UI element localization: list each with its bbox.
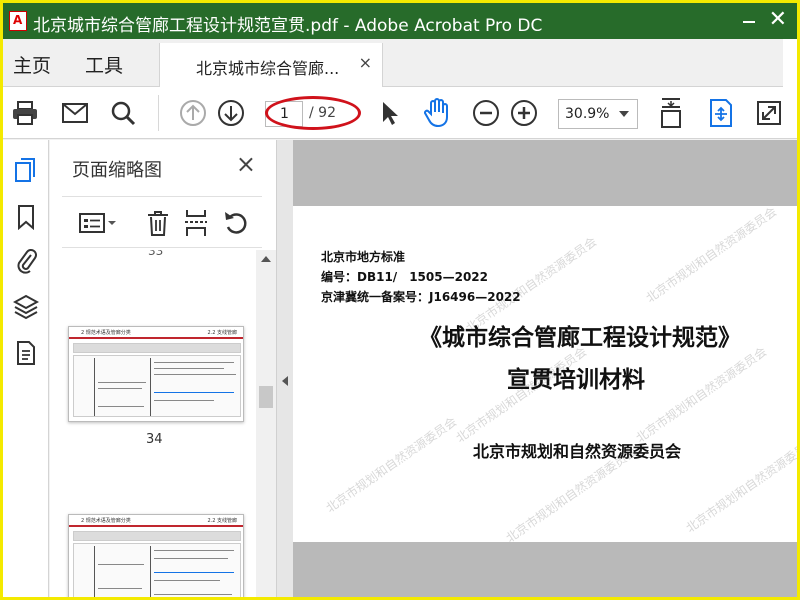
delete-page-icon[interactable] [142,207,174,239]
panel-title: 页面缩略图 [72,160,162,181]
thumbnail-header: 2 规范术语及管廊分类 2.2 支线管廊 [69,515,243,527]
panel-splitter[interactable] [276,140,293,597]
thumbnail-header-left: 2 规范术语及管廊分类 [81,330,131,336]
bookmarks-icon[interactable] [11,202,41,232]
rotate-page-icon[interactable] [220,207,252,239]
document-subtitle: 宣贯培训材料 [507,366,645,393]
thumbnail-number-cut: 33 [148,250,164,258]
title-bar: 北京城市综合管廊工程设计规范宣贯.pdf - Adobe Acrobat Pro… [3,3,797,39]
collapse-panel-icon[interactable] [282,376,288,386]
scroll-mode-icon[interactable] [705,97,737,129]
annotation-highlight-oval [265,96,361,130]
layers-icon[interactable] [11,292,41,322]
main-toolbar: 1 / 92 30.9% [3,87,797,139]
document-record-line: 京津冀统一备案号：J16496—2022 [321,290,521,304]
watermark: 北京市规划和自然资源委员会 [643,206,780,306]
page-thumbnails-panel: 页面缩略图 × 33 2 规范术语及管廊分类 2.2 支线管廊 34 2 规范术… [50,140,276,597]
thumbnail-header: 2 规范术语及管廊分类 2.2 支线管廊 [69,327,243,339]
document-organization: 北京市规划和自然资源委员会 [473,442,682,461]
menu-tools[interactable]: 工具 [85,51,123,78]
document-standard-line: 北京市地方标准 [321,250,406,264]
panel-close-icon[interactable]: × [236,150,256,178]
thumbnail-table-body [73,543,241,597]
watermark: 北京市规划和自然资源委员会 [323,414,460,516]
thumbnail-header-left: 2 规范术语及管廊分类 [81,518,131,524]
zoom-value: 30.9% [565,106,610,122]
attachments-icon[interactable] [11,246,41,276]
chevron-down-icon [619,111,629,117]
menu-bar: 主页 工具 北京城市综合管廊... × [3,39,797,88]
thumbnail-table-header [73,531,241,541]
thumbnail-table-body [73,355,241,417]
menu-bar-right-area [783,39,797,87]
document-title: 《城市综合管廊工程设计规范》 [419,324,741,351]
minimize-icon[interactable] [743,21,755,23]
watermark: 北京市规划和自然资源委员会 [683,434,797,536]
select-cursor-icon[interactable] [373,97,405,129]
fit-page-icon[interactable] [655,97,687,129]
insert-page-icon[interactable] [180,207,212,239]
thumbnail-page-35[interactable]: 2 规范术语及管廊分类 2.2 支线管廊 [68,514,244,597]
thumbnail-table-header [73,343,241,353]
full-screen-icon[interactable] [753,97,785,129]
thumbnail-list: 33 2 规范术语及管廊分类 2.2 支线管廊 34 2 规范术语及管廊分类 2… [50,250,256,597]
thumbnail-page-34[interactable]: 2 规范术语及管廊分类 2.2 支线管廊 [68,326,244,422]
acrobat-app-icon [9,11,27,31]
hand-tool-icon[interactable] [421,97,453,129]
document-view[interactable]: 北京市规划和自然资源委员会 北京市规划和自然资源委员会 北京市规划和自然资源委员… [293,140,797,597]
toolbar-separator [158,95,159,131]
thumbnail-scrollbar[interactable] [256,250,276,597]
thumbnail-page-number: 34 [146,432,163,447]
thumbnail-options-icon[interactable] [76,207,120,239]
zoom-out-icon[interactable] [470,97,502,129]
app-window: 北京城市综合管廊工程设计规范宣贯.pdf - Adobe Acrobat Pro… [0,0,800,600]
print-icon[interactable] [9,97,41,129]
zoom-select[interactable]: 30.9% [558,99,638,129]
search-icon[interactable] [107,97,139,129]
window-close-icon[interactable]: ✕ [769,9,787,31]
scroll-up-icon[interactable] [261,256,271,262]
document-code-line: 编号：DB11/ 1505—2022 [321,270,488,284]
watermark: 北京市规划和自然资源委员会 [453,344,590,446]
content-icon[interactable] [11,338,41,368]
thumbnail-header-right: 2.2 支线管廊 [207,518,237,524]
document-tab[interactable]: 北京城市综合管廊... × [159,43,383,88]
thumbnail-header-right: 2.2 支线管廊 [207,330,237,336]
previous-page-icon[interactable] [177,97,209,129]
menu-home[interactable]: 主页 [13,51,51,78]
zoom-in-icon[interactable] [508,97,540,129]
next-page-icon[interactable] [215,97,247,129]
panel-toolbar [62,196,262,248]
watermark: 北京市规划和自然资源委员会 [633,344,770,446]
left-navigation-rail [3,140,49,597]
document-tab-label: 北京城市综合管廊... [196,59,340,78]
window-title: 北京城市综合管廊工程设计规范宣贯.pdf - Adobe Acrobat Pro… [33,16,543,36]
document-page: 北京市规划和自然资源委员会 北京市规划和自然资源委员会 北京市规划和自然资源委员… [293,206,797,542]
scrollbar-thumb[interactable] [259,386,273,408]
page-thumbnails-icon[interactable] [11,156,41,186]
document-tab-close-icon[interactable]: × [359,53,372,72]
email-icon[interactable] [59,97,91,129]
